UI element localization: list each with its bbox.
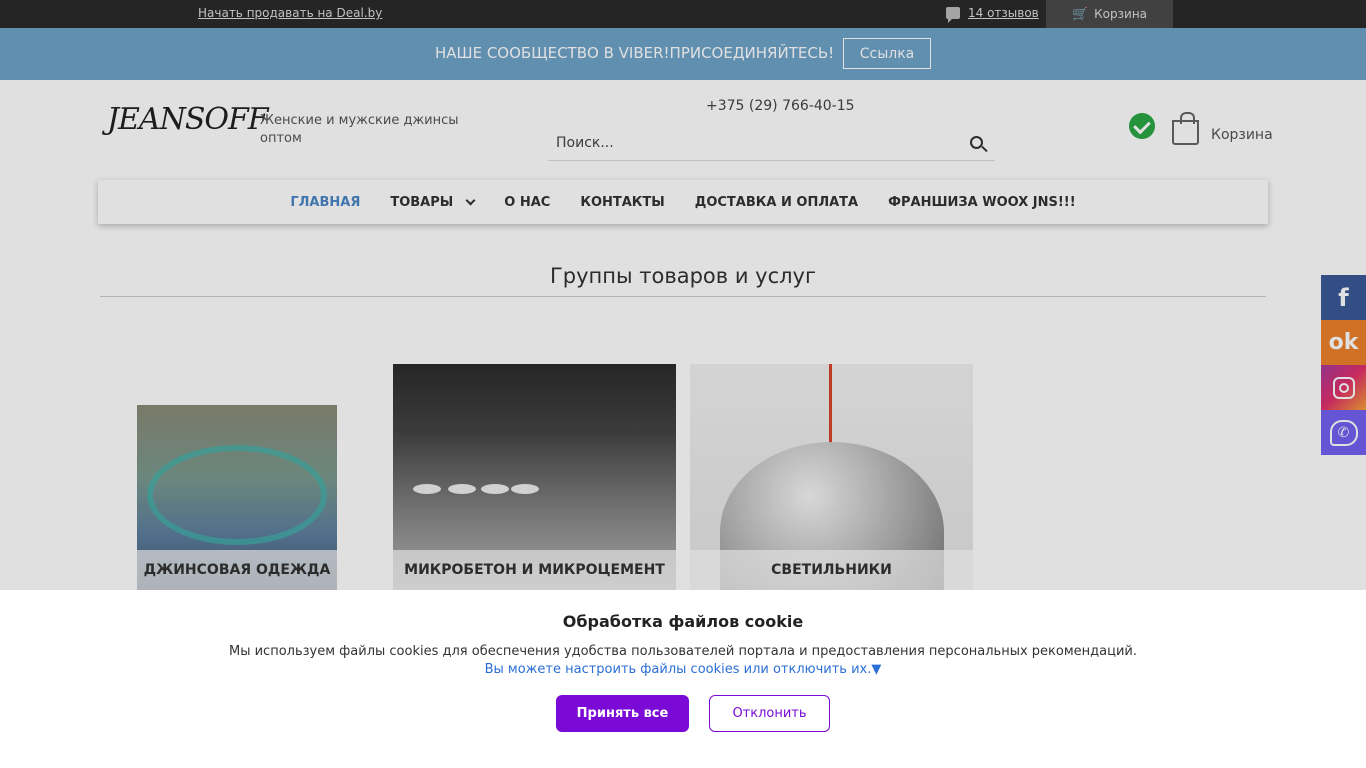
site-logo[interactable]: JEANSOFF: [107, 102, 269, 137]
decline-button[interactable]: Отклонить: [709, 695, 830, 732]
stool-image: [511, 484, 539, 494]
cookie-title: Обработка файлов cookie: [562, 612, 804, 631]
nav-item-products[interactable]: ТОВАРЫ: [390, 194, 476, 210]
cookie-text: Мы используем файлы cookies для обеспече…: [228, 644, 1137, 659]
nav-item-delivery[interactable]: ДОСТАВКА И ОПЛАТА: [695, 195, 858, 210]
top-bar: Начать продавать на Deal.by 14 отзывов 🛒…: [0, 0, 1366, 28]
chevron-down-icon: [465, 195, 476, 205]
banner-link-button[interactable]: Ссылка: [843, 38, 931, 69]
section-title: Группы товаров и услуг: [549, 264, 817, 288]
nav-item-products-label: ТОВАРЫ: [390, 194, 454, 210]
site-tagline: Женские и мужские джинсы оптом: [260, 113, 459, 146]
start-selling-link[interactable]: Начать продавать на Deal.by: [198, 6, 382, 20]
search-icon[interactable]: [970, 136, 983, 149]
nav-item-home[interactable]: ГЛАВНАЯ: [290, 195, 360, 210]
accept-all-button[interactable]: Принять все: [556, 695, 689, 732]
odnoklassniki-icon[interactable]: ok: [1321, 320, 1366, 365]
verified-check-icon: [1129, 113, 1155, 139]
shopping-bag-icon[interactable]: [1172, 112, 1199, 145]
nav-item-about[interactable]: О НАС: [504, 195, 550, 210]
reviews-link[interactable]: 14 отзывов: [946, 6, 1039, 23]
top-cart-label: Корзина: [1094, 7, 1148, 21]
product-card-microconcrete[interactable]: МИКРОБЕТОН И МИКРОЦЕМЕНТ: [393, 364, 676, 590]
header-cart-label[interactable]: Корзина: [1211, 127, 1273, 143]
instagram-icon[interactable]: [1321, 365, 1366, 410]
search-input[interactable]: [556, 132, 956, 154]
section-divider: [100, 296, 1266, 297]
stool-image: [448, 484, 476, 494]
bicycle-image: [147, 445, 327, 545]
product-card-label: СВЕТИЛЬНИКИ: [690, 550, 973, 590]
product-card-lamps[interactable]: СВЕТИЛЬНИКИ: [690, 364, 973, 590]
product-card-label: ДЖИНСОВАЯ ОДЕЖДА: [137, 550, 337, 590]
banner-message: НАШЕ СООБЩЕСТВО В VIBER!ПРИСОЕДИНЯЙТЕСЬ!: [435, 44, 835, 62]
stool-image: [413, 484, 441, 494]
facebook-icon[interactable]: f: [1321, 275, 1366, 320]
main-nav: ГЛАВНАЯ ТОВАРЫ О НАС КОНТАКТЫ ДОСТАВКА И…: [98, 180, 1268, 224]
nav-item-contacts[interactable]: КОНТАКТЫ: [580, 195, 664, 210]
top-cart-button[interactable]: 🛒 Корзина: [1046, 0, 1173, 28]
ok-glyph: ok: [1328, 330, 1359, 355]
phone-number[interactable]: +375 (29) 766-40-15: [706, 98, 855, 114]
nav-item-franchise[interactable]: ФРАНШИЗА WOOX JNS!!!: [888, 195, 1076, 210]
viber-banner: НАШЕ СООБЩЕСТВО В VIBER!ПРИСОЕДИНЯЙТЕСЬ!…: [0, 28, 1366, 80]
viber-glyph: ✆: [1329, 419, 1358, 446]
search-box: [548, 124, 995, 161]
cookie-consent-panel: Обработка файлов cookie Мы используем фа…: [0, 590, 1366, 768]
viber-icon[interactable]: ✆: [1321, 410, 1366, 455]
product-card-jeans[interactable]: ДЖИНСОВАЯ ОДЕЖДА: [137, 405, 337, 590]
stool-image: [481, 484, 509, 494]
page-content: JEANSOFF Женские и мужские джинсы оптом …: [0, 80, 1366, 590]
cookie-settings-link[interactable]: Вы можете настроить файлы cookies или от…: [0, 662, 1366, 677]
cart-icon: 🛒: [1071, 6, 1089, 22]
reviews-label[interactable]: 14 отзывов: [968, 6, 1039, 20]
facebook-glyph: f: [1338, 283, 1349, 312]
chat-icon: [946, 7, 960, 23]
instagram-glyph: [1332, 376, 1355, 399]
lamp-cord-image: [829, 364, 832, 444]
product-card-label: МИКРОБЕТОН И МИКРОЦЕМЕНТ: [393, 550, 676, 590]
